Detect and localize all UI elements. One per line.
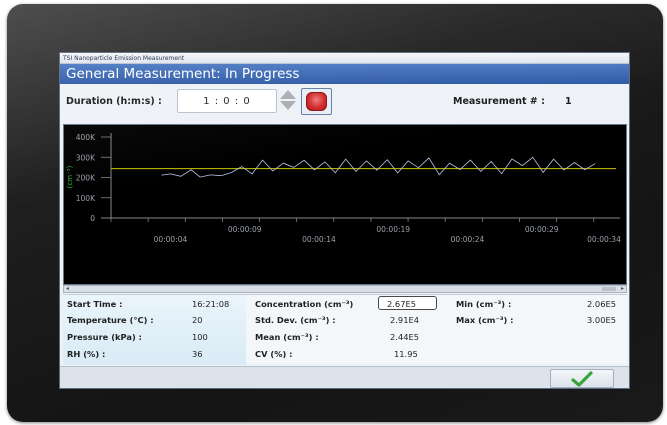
triangle-down-icon[interactable] (280, 101, 296, 110)
y-tick-label: 100K (76, 194, 96, 203)
page-title: General Measurement: In Progress (60, 64, 629, 84)
min-label: Min (cm⁻³) : (456, 299, 512, 309)
concentration-series-line (161, 156, 596, 178)
chart-horizontal-scrollbar[interactable]: ◂ ▸ (63, 285, 627, 293)
app-window: TSI Nanoparticle Emission Measurement Ge… (59, 52, 630, 389)
scroll-left-icon[interactable]: ◂ (66, 285, 69, 292)
checkmark-icon (571, 370, 593, 387)
x-tick-label: 00:00:34 (587, 235, 621, 244)
temperature-value: 20 (192, 315, 203, 325)
mean-value: 2.44E5 (390, 332, 419, 342)
duration-spinner[interactable] (279, 90, 297, 112)
statistics-panel: Start Time : 16:21:08 Temperature (°C) :… (63, 294, 627, 365)
conditions-panel: Start Time : 16:21:08 Temperature (°C) :… (63, 295, 246, 365)
pressure-label: Pressure (kPa) : (67, 332, 142, 342)
start-time-value: 16:21:08 (192, 299, 230, 309)
min-value: 2.06E5 (587, 299, 616, 309)
measurement-number-value: 1 (565, 96, 572, 107)
concentration-label: Concentration (cm⁻³) (255, 299, 354, 309)
cv-value: 11.95 (394, 349, 418, 359)
rh-label: RH (%) : (67, 349, 106, 359)
measurement-number-label: Measurement # : (453, 96, 545, 107)
concentration-value: 2.67E5 (387, 299, 416, 309)
x-tick-label: 00:00:19 (376, 225, 410, 234)
cv-label: CV (%) : (255, 349, 293, 359)
pressure-value: 100 (192, 332, 208, 342)
x-tick-label: 00:00:24 (451, 235, 485, 244)
y-tick-label: 300K (76, 153, 96, 162)
max-label: Max (cm⁻³) : (456, 315, 514, 325)
x-tick-label: 00:00:04 (154, 235, 188, 244)
triangle-up-icon[interactable] (280, 90, 296, 99)
x-tick-label: 00:00:09 (228, 225, 262, 234)
scrollbar-thumb[interactable] (602, 287, 616, 291)
y-tick-label: 400K (76, 133, 96, 142)
stop-icon (306, 92, 327, 111)
x-tick-label: 00:00:29 (525, 225, 559, 234)
mean-label: Mean (cm⁻³) : (255, 332, 319, 342)
stddev-label: Std. Dev. (cm⁻³) : (255, 315, 336, 325)
start-time-label: Start Time : (67, 299, 123, 309)
window-titlebar: TSI Nanoparticle Emission Measurement (60, 53, 629, 64)
chart-svg: (cm⁻³) 400K 300K 200K 100K 0 00:00:09 00:00:19 0… (66, 133, 621, 244)
duration-label: Duration (h:m:s) : (66, 96, 162, 107)
concentration-chart: (cm⁻³) 400K 300K 200K 100K 0 00:00:09 00:00:19 0… (63, 124, 627, 285)
temperature-label: Temperature (°C) : (67, 315, 154, 325)
dialog-footer (60, 366, 629, 388)
measurement-controls: Duration (h:m:s) : 1 : 0 : 0 Measurement… (60, 84, 629, 122)
ok-button[interactable] (550, 369, 614, 388)
y-axis-label: (cm⁻³) (66, 165, 74, 188)
stddev-value: 2.91E4 (390, 315, 419, 325)
duration-field[interactable]: 1 : 0 : 0 (177, 89, 277, 113)
scroll-right-icon[interactable]: ▸ (621, 285, 624, 292)
tablet-frame: TSI Nanoparticle Emission Measurement Ge… (7, 4, 663, 422)
stop-button[interactable] (301, 88, 332, 115)
y-tick-label: 200K (76, 174, 96, 183)
rh-value: 36 (192, 349, 203, 359)
max-value: 3.00E5 (587, 315, 616, 325)
y-tick-label: 0 (90, 214, 95, 223)
x-tick-label: 00:00:14 (302, 235, 336, 244)
